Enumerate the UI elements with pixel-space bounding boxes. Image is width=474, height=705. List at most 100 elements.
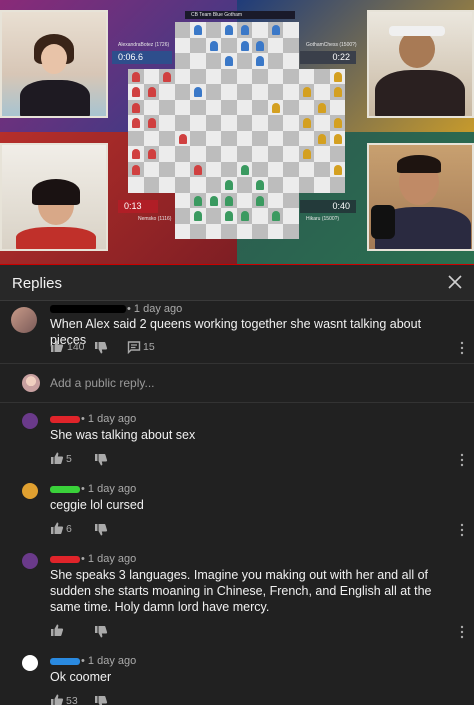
like-icon[interactable] [50,623,64,637]
board-square[interactable] [236,146,252,162]
board-square[interactable] [174,68,190,84]
board-square[interactable] [190,177,206,193]
board-square[interactable] [205,130,221,146]
chess-piece[interactable] [271,25,280,35]
dislike-icon[interactable] [94,453,108,467]
board-square[interactable] [221,161,237,177]
chess-piece[interactable] [302,149,311,159]
board-square[interactable] [236,68,252,84]
board-square[interactable] [236,223,252,239]
board-square[interactable] [128,177,144,193]
board-square[interactable] [190,223,206,239]
board-square[interactable] [174,37,190,53]
board-square[interactable] [298,161,314,177]
chess-piece[interactable] [178,133,187,144]
reply-input[interactable]: Add a public reply... [50,376,155,390]
board-square[interactable] [174,99,190,115]
board-square[interactable] [236,192,252,208]
chess-piece[interactable] [132,164,140,175]
board-square[interactable] [267,177,283,193]
board-square[interactable] [314,146,330,162]
board-square[interactable] [190,68,206,84]
chess-piece[interactable] [163,71,171,82]
chess-piece[interactable] [271,211,280,221]
close-icon[interactable] [444,271,466,293]
board-square[interactable] [252,161,268,177]
board-square[interactable] [329,146,345,162]
reply-icon[interactable] [127,340,141,354]
board-square[interactable] [128,130,144,146]
avatar[interactable] [22,655,38,671]
board-square[interactable] [174,161,190,177]
more-options-icon[interactable] [460,453,464,467]
board-square[interactable] [205,84,221,100]
board-square[interactable] [205,146,221,162]
board-square[interactable] [252,115,268,131]
board-square[interactable] [236,130,252,146]
board-square[interactable] [143,130,159,146]
board-square[interactable] [283,99,299,115]
more-options-icon[interactable] [460,341,464,355]
chess-piece[interactable] [132,118,140,128]
board-square[interactable] [283,161,299,177]
board-square[interactable] [221,99,237,115]
board-square[interactable] [205,177,221,193]
chess-piece[interactable] [302,87,311,97]
like-icon[interactable] [50,693,64,705]
chess-piece[interactable] [333,133,342,144]
chess-piece[interactable] [271,102,280,113]
avatar[interactable] [22,413,38,429]
board-square[interactable] [314,115,330,131]
chess-piece[interactable] [194,87,202,97]
chess-piece[interactable] [209,195,218,206]
board-square[interactable] [159,99,175,115]
board-square[interactable] [143,68,159,84]
board-square[interactable] [174,177,190,193]
board-square[interactable] [252,130,268,146]
chess-piece[interactable] [256,40,264,51]
reply-box[interactable]: Add a public reply... [0,363,474,403]
board-square[interactable] [190,99,206,115]
board-square[interactable] [236,99,252,115]
board-square[interactable] [174,146,190,162]
board-square[interactable] [221,84,237,100]
board-square[interactable] [221,223,237,239]
board-square[interactable] [283,68,299,84]
board-square[interactable] [159,161,175,177]
chess-board[interactable] [128,22,346,244]
avatar[interactable] [22,553,38,569]
chess-piece[interactable] [256,180,264,190]
more-options-icon[interactable] [460,523,464,537]
board-square[interactable] [267,223,283,239]
board-square[interactable] [283,223,299,239]
board-square[interactable] [252,146,268,162]
board-square[interactable] [159,146,175,162]
board-square[interactable] [190,115,206,131]
board-square[interactable] [267,192,283,208]
board-square[interactable] [283,37,299,53]
board-square[interactable] [283,115,299,131]
board-square[interactable] [159,177,175,193]
board-square[interactable] [283,53,299,69]
video-player[interactable]: CB Team Blue Gotham AlexandraBotez (1726… [0,0,474,265]
board-square[interactable] [221,68,237,84]
board-square[interactable] [314,68,330,84]
board-square[interactable] [329,177,345,193]
board-square[interactable] [143,161,159,177]
board-square[interactable] [298,130,314,146]
board-square[interactable] [221,146,237,162]
board-square[interactable] [252,22,268,38]
board-square[interactable] [252,84,268,100]
board-square[interactable] [329,99,345,115]
board-square[interactable] [174,22,190,38]
chess-piece[interactable] [240,164,249,175]
board-square[interactable] [221,130,237,146]
board-square[interactable] [221,115,237,131]
board-square[interactable] [298,177,314,193]
chess-piece[interactable] [147,149,156,159]
dislike-icon[interactable] [94,695,108,705]
board-square[interactable] [252,223,268,239]
chess-piece[interactable] [209,40,218,51]
board-square[interactable] [314,161,330,177]
dislike-icon[interactable] [94,523,108,537]
